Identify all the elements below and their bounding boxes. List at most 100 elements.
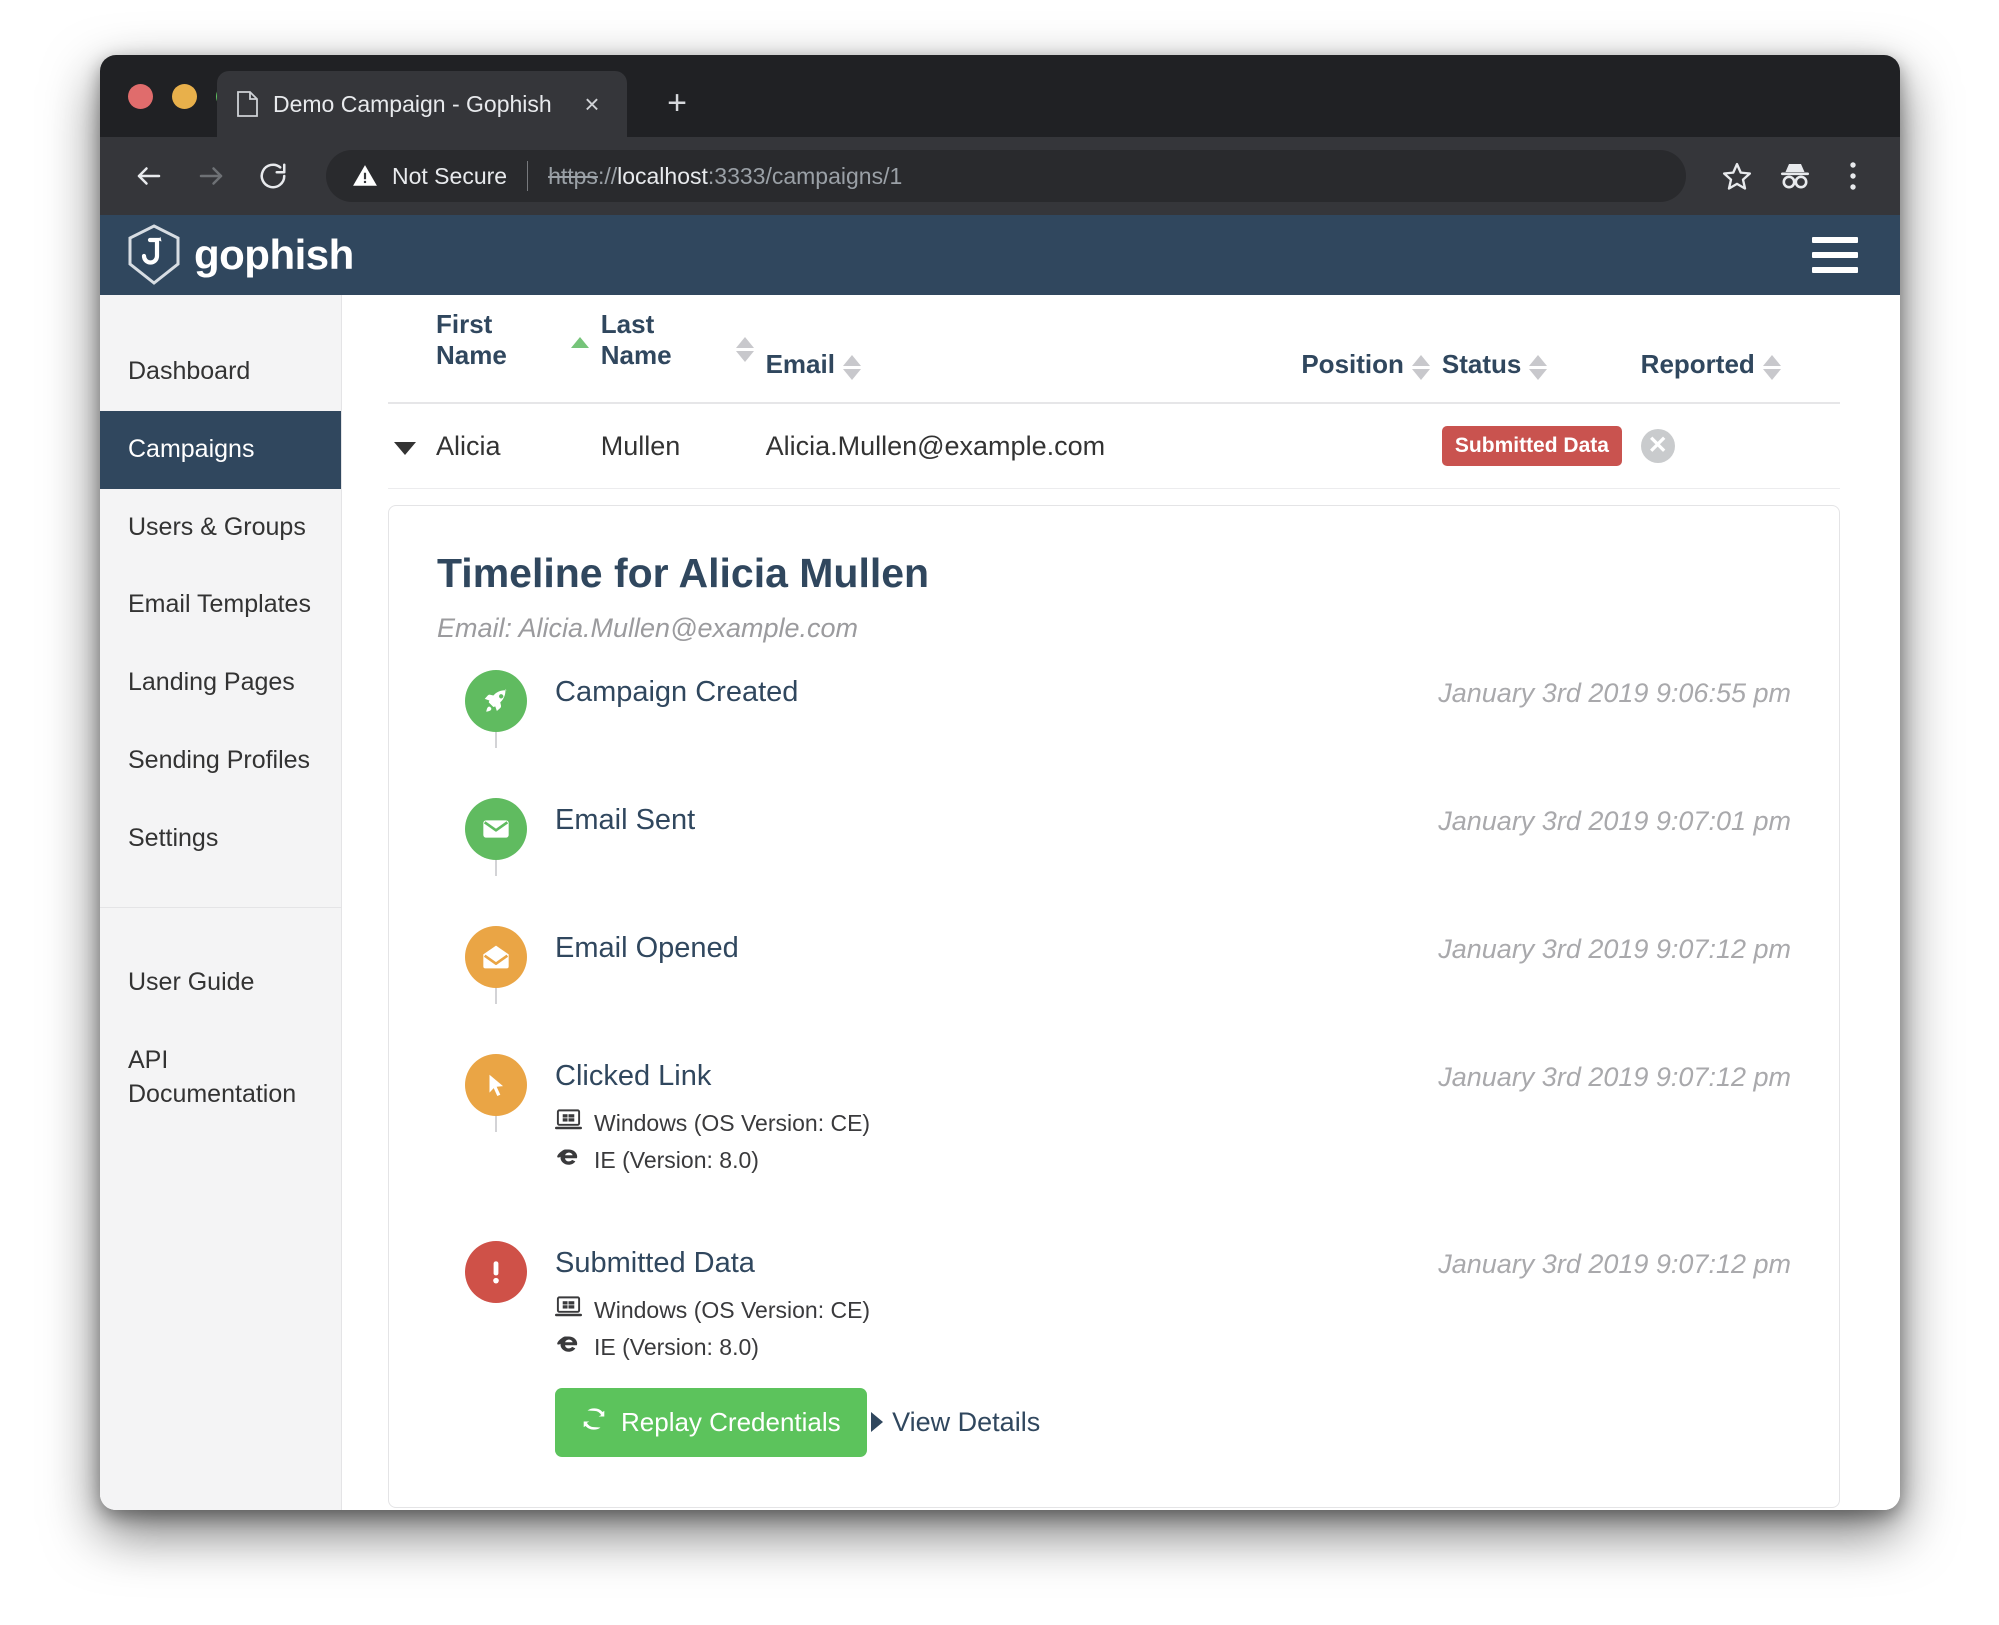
cell-status: Submitted Data — [1436, 403, 1635, 489]
sort-icon-last-name[interactable] — [736, 337, 754, 362]
timeline-event-label: Campaign Created — [555, 676, 1438, 709]
timeline-event-body: Submitted Data — [555, 1241, 1438, 1457]
sidebar-item-settings[interactable]: Settings — [100, 800, 341, 878]
spacer — [437, 870, 1791, 926]
cell-position — [1220, 403, 1436, 489]
table-header: First Name Last Name — [388, 295, 1840, 403]
close-window-button[interactable] — [128, 84, 153, 109]
column-label-position: Position — [1301, 349, 1404, 380]
sort-icon-email[interactable] — [843, 355, 861, 380]
sidebar-item-landing-pages[interactable]: Landing Pages — [100, 644, 341, 722]
column-header-position[interactable]: Position — [1220, 295, 1436, 403]
gophish-app: gophish Dashboard Campaigns Users & Grou… — [100, 215, 1900, 1510]
three-dot-menu-icon[interactable] — [1828, 151, 1878, 201]
timeline-connector — [495, 1114, 497, 1132]
column-label-last-name: Last Name — [601, 309, 728, 371]
sidebar-item-dashboard[interactable]: Dashboard — [100, 333, 341, 411]
sidebar-item-campaigns[interactable]: Campaigns — [100, 411, 341, 489]
timeline-title: Timeline for Alicia Mullen — [437, 550, 1791, 597]
sidebar-item-user-guide[interactable]: User Guide — [100, 944, 341, 1022]
star-icon[interactable] — [1712, 151, 1762, 201]
view-details-toggle[interactable]: View Details — [871, 1407, 1040, 1438]
refresh-icon — [581, 1406, 607, 1439]
envelope-open-icon — [465, 926, 527, 988]
chevron-down-icon[interactable] — [394, 442, 416, 455]
timeline-connector — [495, 986, 497, 1004]
hamburger-menu-icon[interactable] — [1812, 237, 1858, 273]
expand-row-toggle[interactable] — [388, 403, 430, 489]
new-tab-button[interactable]: + — [660, 87, 694, 121]
internet-explorer-icon — [555, 1145, 582, 1175]
gophish-logo-icon — [126, 224, 182, 286]
column-header-reported[interactable]: Reported — [1635, 295, 1840, 403]
column-header-first-name[interactable]: First Name — [430, 295, 595, 403]
reload-icon[interactable] — [246, 149, 300, 203]
timeline-marker — [437, 926, 555, 988]
column-header-email[interactable]: Email — [760, 295, 1220, 403]
url-scheme: https — [548, 163, 598, 189]
replay-credentials-label: Replay Credentials — [621, 1407, 841, 1438]
sidebar-item-api-documentation[interactable]: API Documentation — [100, 1022, 290, 1134]
table-header-row: First Name Last Name — [388, 295, 1840, 403]
column-header-last-name[interactable]: Last Name — [595, 295, 760, 403]
sidebar-item-sending-profiles[interactable]: Sending Profiles — [100, 722, 341, 800]
timeline-connector — [495, 858, 497, 876]
not-secure-warning-icon — [352, 163, 378, 189]
timeline-event-details: Windows (OS Version: CE) — [555, 1109, 1438, 1175]
security-status-label: Not Secure — [392, 163, 507, 190]
exclamation-icon — [465, 1241, 527, 1303]
omnibox-divider — [527, 161, 528, 191]
browser-toolbar: Not Secure https://localhost:3333/campai… — [100, 137, 1900, 215]
timeline-event-time: January 3rd 2019 9:07:01 pm — [1438, 798, 1791, 837]
sort-icon-reported[interactable] — [1763, 355, 1781, 380]
browser-tab[interactable]: Demo Campaign - Gophish × — [217, 71, 627, 137]
minimize-window-button[interactable] — [172, 84, 197, 109]
envelope-icon — [465, 798, 527, 860]
sidebar-item-email-templates[interactable]: Email Templates — [100, 566, 341, 644]
timeline-event: Campaign Created January 3rd 2019 9:06:5… — [437, 670, 1791, 742]
cell-first-name: Alicia — [430, 403, 595, 489]
sort-ascending-icon[interactable] — [571, 337, 589, 348]
timeline-event-body: Campaign Created — [555, 670, 1438, 709]
sidebar-item-users-groups[interactable]: Users & Groups — [100, 489, 341, 567]
timeline-event-time: January 3rd 2019 9:07:12 pm — [1438, 1054, 1791, 1093]
timeline-event-time: January 3rd 2019 9:07:12 pm — [1438, 926, 1791, 965]
address-bar[interactable]: Not Secure https://localhost:3333/campai… — [326, 150, 1686, 202]
incognito-icon[interactable] — [1770, 151, 1820, 201]
table-body: Alicia Mullen Alicia.Mullen@example.com … — [388, 403, 1840, 489]
sidebar-divider — [100, 907, 341, 908]
status-badge: Submitted Data — [1442, 426, 1622, 466]
timeline-event: Clicked Link — [437, 1054, 1791, 1185]
table-row[interactable]: Alicia Mullen Alicia.Mullen@example.com … — [388, 403, 1840, 489]
url-path: :3333/campaigns/1 — [708, 163, 902, 189]
back-arrow-icon[interactable] — [122, 149, 176, 203]
page-icon — [237, 91, 258, 117]
detail-browser: IE (Version: 8.0) — [555, 1145, 1438, 1175]
url-separator: :// — [598, 163, 617, 189]
timeline-event-details: Windows (OS Version: CE) — [555, 1296, 1438, 1362]
timeline-event: Submitted Data — [437, 1241, 1791, 1467]
chevron-right-icon — [871, 1412, 883, 1432]
timeline-event-label: Email Opened — [555, 932, 1438, 965]
browser-tab-title: Demo Campaign - Gophish — [273, 91, 577, 118]
main-content: First Name Last Name — [342, 295, 1900, 1510]
column-header-status[interactable]: Status — [1436, 295, 1635, 403]
brand[interactable]: gophish — [126, 224, 354, 286]
timeline-event-body: Email Sent — [555, 798, 1438, 837]
windows-laptop-icon — [555, 1296, 582, 1324]
detail-os: Windows (OS Version: CE) — [555, 1109, 1438, 1137]
timeline-list: Campaign Created January 3rd 2019 9:06:5… — [437, 670, 1791, 1467]
brand-name: gophish — [194, 231, 354, 279]
not-reported-icon[interactable]: ✕ — [1641, 429, 1675, 463]
forward-arrow-icon[interactable] — [184, 149, 238, 203]
sort-icon-status[interactable] — [1529, 355, 1547, 380]
timeline-marker — [437, 798, 555, 860]
sidebar: Dashboard Campaigns Users & Groups Email… — [100, 295, 342, 1510]
close-icon[interactable]: × — [577, 89, 607, 119]
timeline-connector — [495, 730, 497, 748]
sort-icon-position[interactable] — [1412, 355, 1430, 380]
cell-reported: ✕ — [1635, 403, 1840, 489]
replay-credentials-button[interactable]: Replay Credentials — [555, 1388, 867, 1457]
timeline-panel: Timeline for Alicia Mullen Email: Alicia… — [388, 505, 1840, 1508]
timeline-marker — [437, 1054, 555, 1116]
